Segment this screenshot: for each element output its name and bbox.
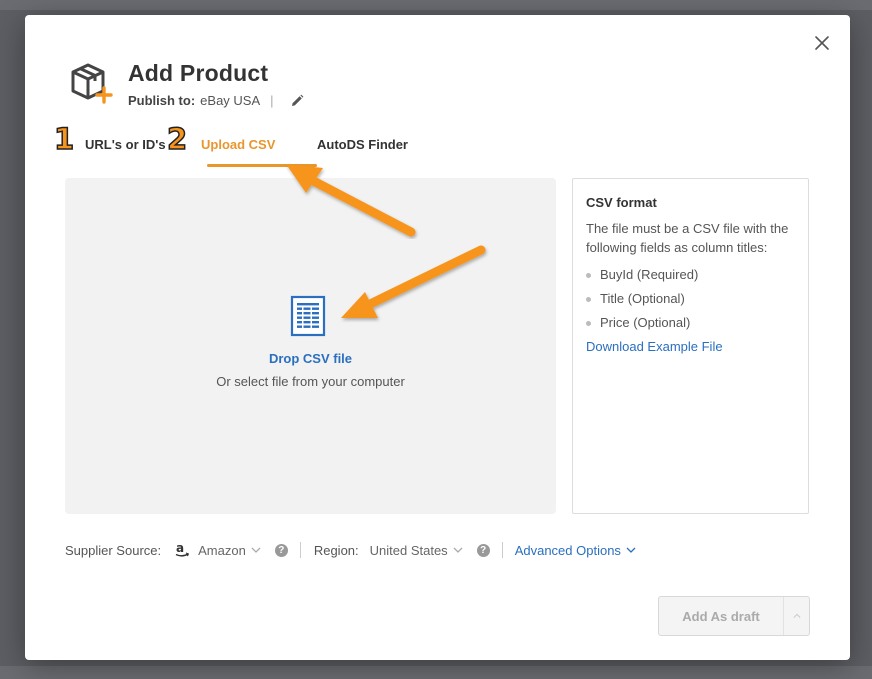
advanced-options-label: Advanced Options (514, 542, 621, 558)
add-product-modal: Add Product Publish to: eBay USA | 1 URL… (25, 15, 850, 660)
advanced-options-toggle[interactable]: Advanced Options (515, 543, 636, 558)
backdrop-strip (0, 666, 872, 679)
supplier-source-dropdown[interactable]: Amazon (198, 543, 261, 558)
amazon-icon: a (175, 542, 190, 557)
region-help-icon[interactable]: ? (476, 543, 490, 557)
chevron-down-icon (453, 547, 463, 553)
region-value: United States (369, 542, 448, 558)
csv-file-icon (290, 295, 326, 337)
bullet-icon (586, 320, 591, 326)
bullet-icon (586, 296, 591, 302)
divider (299, 542, 301, 558)
publish-separator: | (270, 93, 274, 108)
csv-field-label: Title (Optional) (600, 291, 685, 306)
modal-title: Add Product (128, 60, 269, 86)
publish-value: eBay USA (200, 93, 261, 108)
chevron-down-icon (251, 547, 261, 553)
csv-field-label: Price (Optional) (600, 315, 691, 330)
supplier-source-label: Supplier Source: (65, 542, 162, 558)
svg-text:a: a (176, 542, 184, 555)
close-icon (815, 36, 829, 50)
active-tab-indicator (207, 164, 317, 167)
tab-bar: 1 URL's or ID's 2 Upload CSV AutoDS Find… (50, 121, 450, 169)
add-as-draft-button[interactable]: Add As draft (658, 596, 810, 636)
csv-field-list: BuyId (Required) Title (Optional) Price … (586, 263, 795, 335)
tab-urls-or-ids[interactable]: URL's or ID's (85, 137, 166, 152)
backdrop-strip (0, 0, 872, 10)
tab-autods-finder[interactable]: AutoDS Finder (317, 137, 408, 152)
step-number-1: 1 (53, 121, 75, 157)
bullet-icon (586, 272, 591, 278)
add-options-toggle[interactable] (783, 597, 809, 635)
divider (501, 542, 503, 558)
close-button[interactable] (812, 33, 832, 53)
region-dropdown[interactable]: United States (370, 543, 463, 558)
csv-format-panel: CSV format The file must be a CSV file w… (572, 178, 809, 514)
step-number-2: 2 (166, 121, 188, 157)
csv-format-description: The file must be a CSV file with the fol… (586, 221, 789, 255)
tab-upload-csv[interactable]: Upload CSV (201, 137, 275, 152)
download-example-link[interactable]: Download Example File (586, 339, 723, 354)
csv-drop-zone[interactable]: Drop CSV file Or select file from your c… (65, 178, 556, 514)
region-label: Region: (313, 542, 359, 558)
chevron-up-icon (792, 613, 801, 618)
drop-csv-subtitle: Or select file from your computer (216, 374, 405, 389)
source-options-row: Supplier Source: a Amazon ? Region: Unit… (65, 539, 636, 561)
csv-format-title: CSV format (586, 195, 657, 210)
csv-field-label: BuyId (Required) (600, 267, 699, 282)
list-item: BuyId (Required) (586, 263, 795, 287)
add-as-draft-label: Add As draft (682, 608, 760, 624)
publish-label: Publish to: (128, 93, 196, 108)
publish-row: Publish to: eBay USA | (128, 93, 304, 108)
box-plus-icon (71, 63, 113, 104)
pencil-icon[interactable] (290, 94, 304, 108)
supplier-source-value: Amazon (198, 542, 246, 558)
chevron-down-icon (626, 547, 636, 553)
drop-csv-title: Drop CSV file (268, 351, 353, 366)
list-item: Price (Optional) (586, 311, 795, 335)
list-item: Title (Optional) (586, 287, 795, 311)
supplier-help-icon[interactable]: ? (274, 543, 288, 557)
